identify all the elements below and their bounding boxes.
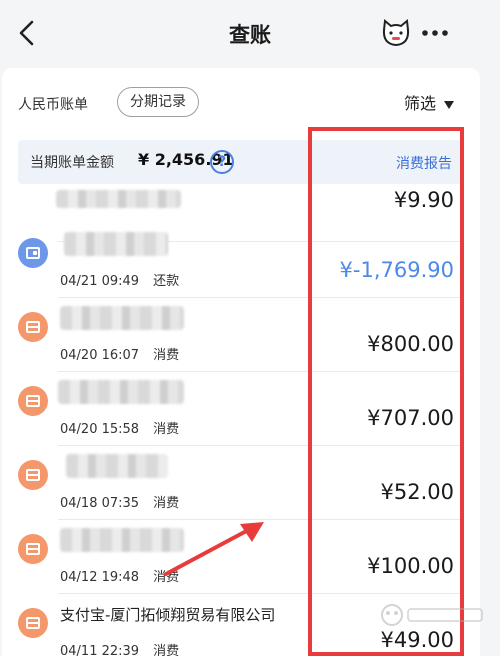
transaction-kind: 消费: [153, 496, 180, 511]
filter-label: 筛选: [404, 94, 437, 113]
transaction-amount: ¥100.00: [367, 554, 454, 578]
transaction-amount: ¥49.00: [380, 628, 454, 652]
filter-button[interactable]: 筛选: [404, 90, 455, 114]
transaction-date: 04/21 09:49: [60, 274, 140, 289]
more-icon[interactable]: [420, 28, 450, 38]
transaction-row[interactable]: 04/20 15:58 消费 ¥707.00: [2, 372, 480, 446]
mascot-icon[interactable]: [380, 18, 412, 48]
transaction-date: 04/20 15:58: [60, 422, 140, 437]
shop-icon: [18, 534, 48, 564]
transaction-amount: ¥52.00: [380, 480, 454, 504]
bill-card: 人民币账单 分期记录 筛选 当期账单金额 ¥ 2,456.91 ? 消费报告 ¥…: [2, 68, 480, 656]
transaction-row[interactable]: 04/20 16:07 消费 ¥800.00: [2, 298, 480, 372]
blurred-title: [60, 528, 184, 552]
shop-icon: [18, 608, 48, 638]
transaction-kind: 消费: [153, 348, 180, 363]
transaction-amount: ¥9.90: [393, 188, 454, 212]
transaction-date: 04/12 19:48: [60, 570, 140, 585]
blurred-title: [56, 190, 181, 208]
transaction-kind: 消费: [153, 644, 180, 656]
shop-icon: [18, 460, 48, 490]
wallet-icon: [18, 238, 48, 268]
top-bar: 查账: [0, 0, 500, 66]
blurred-title: [60, 306, 184, 330]
transaction-title: 支付宝-厦门拓倾翔贸易有限公司: [60, 606, 276, 624]
transaction-meta: 04/12 19:48 消费: [60, 566, 179, 585]
transaction-kind: 消费: [153, 422, 180, 437]
transaction-meta: 04/11 22:39 消费: [60, 640, 179, 656]
rmb-bill-label: 人民币账单: [18, 97, 88, 113]
transaction-amount: ¥800.00: [367, 332, 454, 356]
blurred-title: [64, 232, 168, 256]
transaction-row[interactable]: 04/18 07:35 消费 ¥52.00: [2, 446, 480, 520]
transaction-kind: 还款: [153, 274, 180, 289]
transaction-row[interactable]: 04/12 19:48 消费 ¥100.00: [2, 520, 480, 594]
blurred-title: [58, 380, 184, 404]
transaction-amount: ¥707.00: [367, 406, 454, 430]
transaction-row[interactable]: 04/21 09:49 还款 ¥-1,769.90: [2, 224, 480, 298]
transaction-kind: 消费: [153, 570, 180, 585]
installment-records-button[interactable]: 分期记录: [117, 87, 199, 117]
transaction-amount: ¥-1,769.90: [339, 258, 454, 282]
transaction-date: 04/20 16:07: [60, 348, 140, 363]
transaction-meta: 04/18 07:35 消费: [60, 492, 179, 511]
transaction-date: 04/11 22:39: [60, 644, 140, 656]
transaction-date: 04/18 07:35: [60, 496, 140, 511]
transaction-meta: 04/21 09:49 还款: [60, 270, 179, 289]
transaction-meta: 04/20 15:58 消费: [60, 418, 179, 437]
transaction-row[interactable]: 支付宝-厦门拓倾翔贸易有限公司 04/11 22:39 消费 ¥49.00: [2, 594, 480, 656]
blurred-title: [66, 454, 168, 478]
shop-icon: [18, 312, 48, 342]
shop-icon: [18, 386, 48, 416]
filter-caret-icon: [444, 100, 455, 109]
transaction-meta: 04/20 16:07 消费: [60, 344, 179, 363]
